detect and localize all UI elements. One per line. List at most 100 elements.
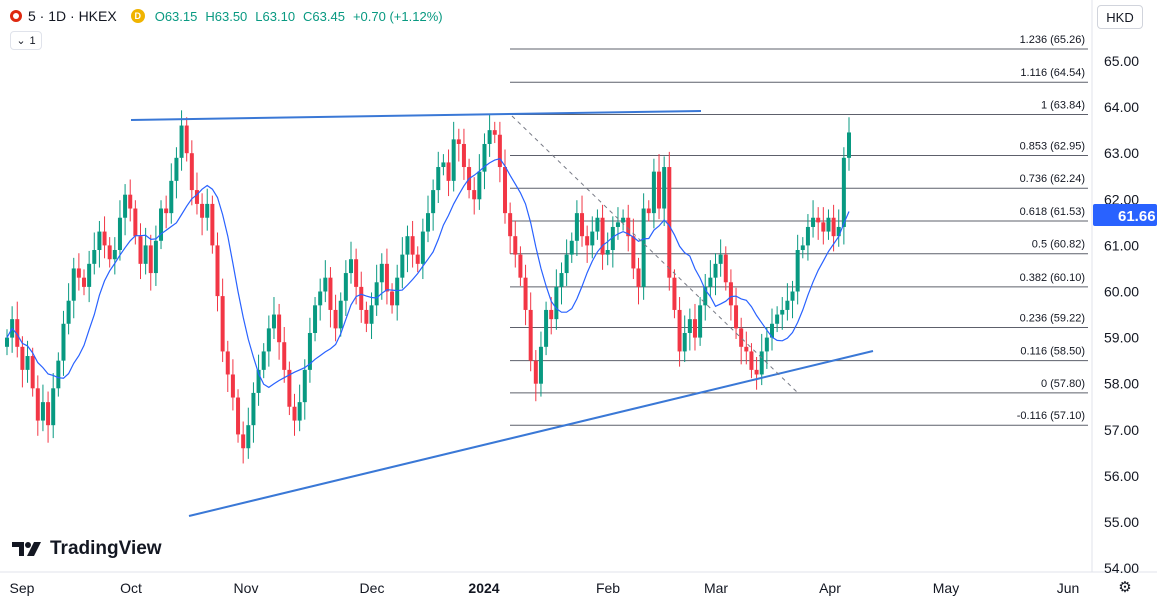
ohlc-open: O63.15 bbox=[154, 8, 198, 24]
candle-body bbox=[56, 360, 61, 389]
candle-body bbox=[790, 291, 795, 301]
candle-body bbox=[297, 402, 302, 421]
candle-body bbox=[205, 203, 210, 218]
candle-body bbox=[210, 203, 215, 246]
time-tick-label: Dec bbox=[360, 580, 385, 596]
candle-body bbox=[739, 328, 744, 347]
price-tick-label: 58.00 bbox=[1104, 376, 1139, 392]
candle-body bbox=[554, 286, 559, 320]
candle-body bbox=[569, 240, 574, 255]
candle-body bbox=[759, 351, 764, 375]
symbol-label[interactable]: 5 · 1D · HKEX bbox=[28, 8, 117, 24]
price-tick-label: 64.00 bbox=[1104, 99, 1139, 115]
candle-body bbox=[816, 217, 821, 223]
fib-level-label: 0 (57.80) bbox=[1041, 378, 1085, 390]
candle-body bbox=[805, 226, 810, 246]
symbol-header[interactable]: 5 · 1D · HKEX D O63.15 H63.50 L63.10 C63… bbox=[10, 7, 451, 25]
candle-body bbox=[5, 337, 9, 347]
logo-text: TradingView bbox=[50, 538, 162, 559]
candle-body bbox=[174, 157, 179, 181]
time-tick-label: Nov bbox=[234, 580, 259, 596]
candle-body bbox=[82, 277, 87, 287]
settings-icon[interactable]: ⚙ bbox=[1115, 578, 1135, 598]
candle-body bbox=[775, 314, 780, 324]
ohlc-high: H63.50 bbox=[205, 8, 248, 24]
candle-body bbox=[662, 167, 667, 209]
candle-body bbox=[251, 392, 256, 426]
price-tick-label: 63.00 bbox=[1104, 145, 1139, 161]
support-trend-line[interactable] bbox=[188, 350, 874, 517]
time-tick-label: Apr bbox=[819, 580, 841, 596]
candle-body bbox=[641, 208, 646, 287]
candle-body bbox=[87, 263, 92, 287]
candle-body bbox=[508, 213, 513, 237]
candle-body bbox=[744, 346, 749, 352]
candle-body bbox=[544, 309, 549, 347]
candle-body bbox=[230, 374, 235, 398]
currency-selector[interactable]: HKD bbox=[1097, 5, 1143, 29]
indicator-toggle-button[interactable]: ⌄ 1 bbox=[10, 31, 42, 50]
price-tick-label: 55.00 bbox=[1104, 514, 1139, 530]
candle-body bbox=[61, 323, 66, 361]
candle-body bbox=[246, 425, 251, 449]
candle-body bbox=[734, 305, 739, 329]
hk-flag-icon bbox=[10, 10, 22, 22]
candle-body bbox=[102, 231, 107, 246]
candle-body bbox=[169, 180, 174, 214]
candle-body bbox=[472, 190, 477, 200]
fib-level-label: 1.116 (64.54) bbox=[1020, 67, 1085, 79]
candle-body bbox=[431, 190, 436, 214]
price-tick-label: 65.00 bbox=[1104, 53, 1139, 69]
candle-body bbox=[133, 208, 138, 237]
candle-body bbox=[800, 245, 805, 251]
candle-body bbox=[811, 217, 816, 227]
resistance-trend-line[interactable] bbox=[130, 110, 702, 121]
price-chart[interactable]: 54.00 55.00 56.00 57.00 58.00 59.00 60.00 61.00… bbox=[0, 0, 1157, 603]
candle-body bbox=[692, 319, 697, 338]
candle-body bbox=[379, 263, 384, 283]
candle-body bbox=[651, 171, 656, 214]
candle-body bbox=[359, 286, 364, 310]
fib-anchor-line[interactable] bbox=[511, 115, 799, 394]
candle-body bbox=[164, 208, 169, 214]
candle-body bbox=[282, 342, 287, 370]
candle-body bbox=[71, 268, 76, 301]
candle-body bbox=[636, 268, 641, 287]
candle-body bbox=[677, 309, 682, 352]
candle-body bbox=[533, 360, 538, 384]
candle-body bbox=[328, 277, 333, 310]
candle-body bbox=[364, 309, 369, 324]
tradingview-logo[interactable]: TradingView bbox=[12, 538, 162, 560]
candle-body bbox=[277, 314, 282, 343]
candle-body bbox=[436, 167, 441, 191]
candle-body bbox=[384, 263, 389, 292]
candle-body bbox=[549, 309, 554, 320]
candle-body bbox=[400, 254, 405, 278]
candle-body bbox=[487, 130, 492, 144]
fib-level-label: 0.853 (62.95) bbox=[1020, 141, 1085, 153]
candle-body bbox=[723, 254, 728, 283]
candle-body bbox=[138, 236, 143, 264]
candle-body bbox=[718, 254, 723, 264]
candle-body bbox=[497, 134, 502, 168]
candle-body bbox=[148, 245, 153, 274]
candle-body bbox=[698, 305, 703, 338]
candle-body bbox=[841, 157, 846, 227]
candle-body bbox=[348, 259, 353, 274]
price-tick-label: 59.00 bbox=[1104, 330, 1139, 346]
candle-body bbox=[564, 254, 569, 274]
candle-body bbox=[523, 277, 528, 310]
time-tick-label: Mar bbox=[704, 580, 728, 596]
candle-body bbox=[374, 282, 379, 306]
candle-body bbox=[220, 296, 225, 352]
candle-body bbox=[826, 217, 831, 232]
price-tick-label: 56.00 bbox=[1104, 468, 1139, 484]
candle-body bbox=[46, 402, 51, 426]
candle-body bbox=[236, 397, 241, 435]
candle-body bbox=[847, 132, 851, 158]
candle-body bbox=[441, 162, 446, 168]
fib-level-label: 1 (63.84) bbox=[1041, 99, 1085, 111]
candle-body bbox=[456, 139, 461, 144]
candle-body bbox=[128, 194, 133, 209]
candle-body bbox=[646, 208, 651, 214]
